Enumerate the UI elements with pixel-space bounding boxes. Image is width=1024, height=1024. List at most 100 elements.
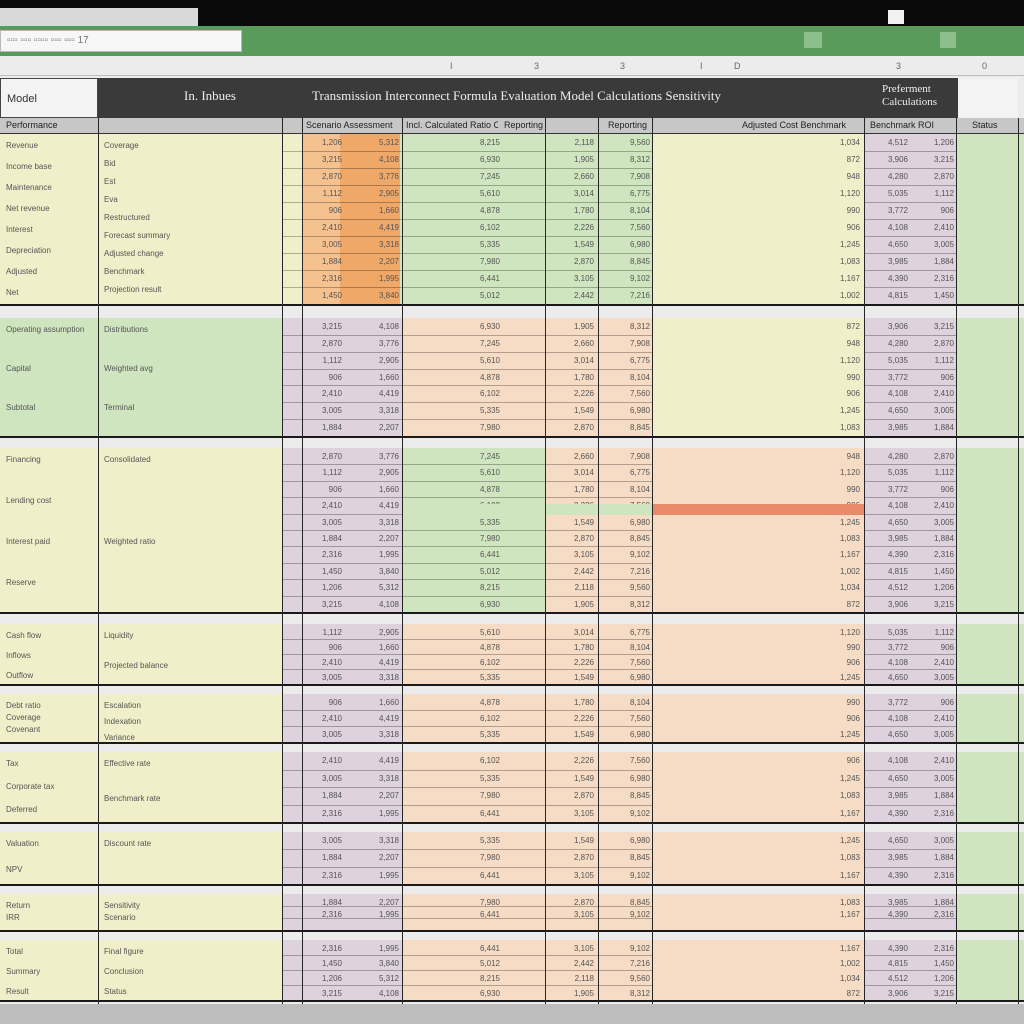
row-label[interactable]: Valuation (6, 838, 94, 850)
numeric-cell[interactable]: 4,108 (868, 657, 908, 669)
numeric-cell[interactable]: 2,410 (910, 388, 954, 400)
row-description[interactable]: Forecast summary (104, 230, 274, 242)
numeric-cell[interactable]: 8,215 (432, 582, 500, 594)
numeric-cell[interactable]: 4,280 (868, 171, 908, 183)
numeric-cell[interactable]: 4,878 (432, 205, 500, 217)
numeric-cell[interactable]: 1,780 (548, 697, 594, 709)
numeric-cell[interactable]: 906 (302, 697, 342, 709)
numeric-cell[interactable]: 6,775 (600, 627, 650, 639)
numeric-cell[interactable]: 5,335 (432, 517, 500, 529)
numeric-cell[interactable]: 6,930 (432, 988, 500, 1000)
numeric-cell[interactable]: 1,780 (548, 642, 594, 654)
numeric-cell[interactable]: 1,995 (345, 943, 399, 955)
numeric-cell[interactable]: 2,410 (302, 388, 342, 400)
numeric-cell[interactable]: 2,316 (910, 273, 954, 285)
numeric-cell[interactable]: 1,549 (548, 239, 594, 251)
numeric-cell[interactable]: 1,884 (910, 897, 954, 909)
numeric-cell[interactable]: 2,870 (910, 171, 954, 183)
numeric-cell[interactable]: 2,316 (910, 943, 954, 955)
numeric-cell[interactable]: 1,167 (780, 808, 860, 820)
numeric-cell[interactable]: 2,316 (302, 870, 342, 882)
column-letter[interactable]: 3 (896, 61, 901, 71)
numeric-cell[interactable]: 3,772 (868, 642, 908, 654)
numeric-cell[interactable]: 1,245 (780, 729, 860, 741)
numeric-cell[interactable]: 1,034 (780, 973, 860, 985)
numeric-cell[interactable]: 5,610 (432, 355, 500, 367)
numeric-cell[interactable]: 3,005 (910, 729, 954, 741)
numeric-cell[interactable]: 4,390 (868, 909, 908, 921)
row-label[interactable]: Corporate tax (6, 781, 94, 793)
numeric-cell[interactable]: 1,660 (345, 697, 399, 709)
numeric-cell[interactable]: 6,441 (432, 909, 500, 921)
numeric-cell[interactable]: 1,167 (780, 943, 860, 955)
numeric-cell[interactable]: 9,102 (600, 943, 650, 955)
numeric-cell[interactable]: 2,870 (548, 256, 594, 268)
numeric-cell[interactable]: 8,104 (600, 372, 650, 384)
numeric-cell[interactable]: 6,102 (432, 755, 500, 767)
name-box[interactable]: ▫▫▫ ▫▫▫ ▫▫▫▫ ▫▫▫ ▫▫▫ 17 (0, 30, 242, 52)
numeric-cell[interactable]: 7,560 (600, 222, 650, 234)
numeric-cell[interactable]: 2,905 (345, 355, 399, 367)
numeric-cell[interactable]: 2,410 (910, 755, 954, 767)
numeric-cell[interactable]: 872 (780, 154, 860, 166)
numeric-cell[interactable]: 1,780 (548, 484, 594, 496)
numeric-cell[interactable]: 2,410 (302, 222, 342, 234)
numeric-cell[interactable]: 4,419 (345, 755, 399, 767)
workbook-tab[interactable] (0, 8, 198, 26)
numeric-cell[interactable]: 2,316 (302, 909, 342, 921)
numeric-cell[interactable]: 1,034 (780, 582, 860, 594)
numeric-cell[interactable]: 2,870 (910, 338, 954, 350)
numeric-cell[interactable]: 1,450 (910, 566, 954, 578)
numeric-cell[interactable]: 3,318 (345, 672, 399, 684)
numeric-cell[interactable]: 1,884 (302, 422, 342, 434)
numeric-cell[interactable]: 1,549 (548, 835, 594, 847)
numeric-cell[interactable]: 3,318 (345, 239, 399, 251)
numeric-cell[interactable]: 1,167 (780, 273, 860, 285)
numeric-cell[interactable]: 3,906 (868, 321, 908, 333)
numeric-cell[interactable]: 4,815 (868, 566, 908, 578)
row-label[interactable]: Outflow (6, 670, 94, 682)
numeric-cell[interactable]: 1,120 (780, 188, 860, 200)
header-cell[interactable]: Model (0, 78, 98, 118)
numeric-cell[interactable]: 872 (780, 321, 860, 333)
numeric-cell[interactable]: 8,104 (600, 484, 650, 496)
numeric-cell[interactable]: 4,650 (868, 239, 908, 251)
numeric-cell[interactable]: 1,995 (345, 808, 399, 820)
numeric-cell[interactable]: 5,335 (432, 729, 500, 741)
header-cell[interactable]: Preferment Calculations (864, 78, 958, 118)
column-letter[interactable]: I (450, 61, 453, 71)
numeric-cell[interactable]: 8,215 (432, 973, 500, 985)
cell-block[interactable] (956, 624, 1024, 684)
numeric-cell[interactable]: 906 (302, 484, 342, 496)
numeric-cell[interactable]: 1,206 (302, 137, 342, 149)
numeric-cell[interactable]: 6,441 (432, 549, 500, 561)
numeric-cell[interactable]: 4,390 (868, 273, 908, 285)
numeric-cell[interactable]: 1,120 (780, 627, 860, 639)
header-cell[interactable] (958, 78, 1018, 118)
numeric-cell[interactable]: 6,980 (600, 729, 650, 741)
cell-block[interactable] (956, 318, 1024, 436)
numeric-cell[interactable]: 6,980 (600, 239, 650, 251)
row-label[interactable]: Financing (6, 454, 94, 466)
numeric-cell[interactable]: 4,108 (345, 988, 399, 1000)
numeric-cell[interactable]: 1,002 (780, 290, 860, 302)
row-description[interactable]: Scenario (104, 912, 274, 924)
numeric-cell[interactable]: 3,014 (548, 355, 594, 367)
numeric-cell[interactable]: 3,985 (868, 422, 908, 434)
numeric-cell[interactable]: 6,980 (600, 835, 650, 847)
numeric-cell[interactable]: 8,845 (600, 422, 650, 434)
numeric-cell[interactable]: 8,215 (432, 137, 500, 149)
numeric-cell[interactable]: 3,005 (910, 835, 954, 847)
numeric-cell[interactable]: 7,216 (600, 290, 650, 302)
numeric-cell[interactable]: 2,442 (548, 958, 594, 970)
numeric-cell[interactable]: 8,845 (600, 852, 650, 864)
numeric-cell[interactable]: 1,120 (780, 467, 860, 479)
numeric-cell[interactable]: 3,005 (910, 773, 954, 785)
numeric-cell[interactable]: 3,105 (548, 909, 594, 921)
numeric-cell[interactable]: 1,245 (780, 672, 860, 684)
column-letter[interactable]: I (700, 61, 703, 71)
numeric-cell[interactable]: 5,610 (432, 627, 500, 639)
window-button-icon[interactable] (888, 10, 904, 24)
row-description[interactable]: Projection result (104, 284, 274, 296)
row-label[interactable]: Covenant (6, 724, 94, 736)
